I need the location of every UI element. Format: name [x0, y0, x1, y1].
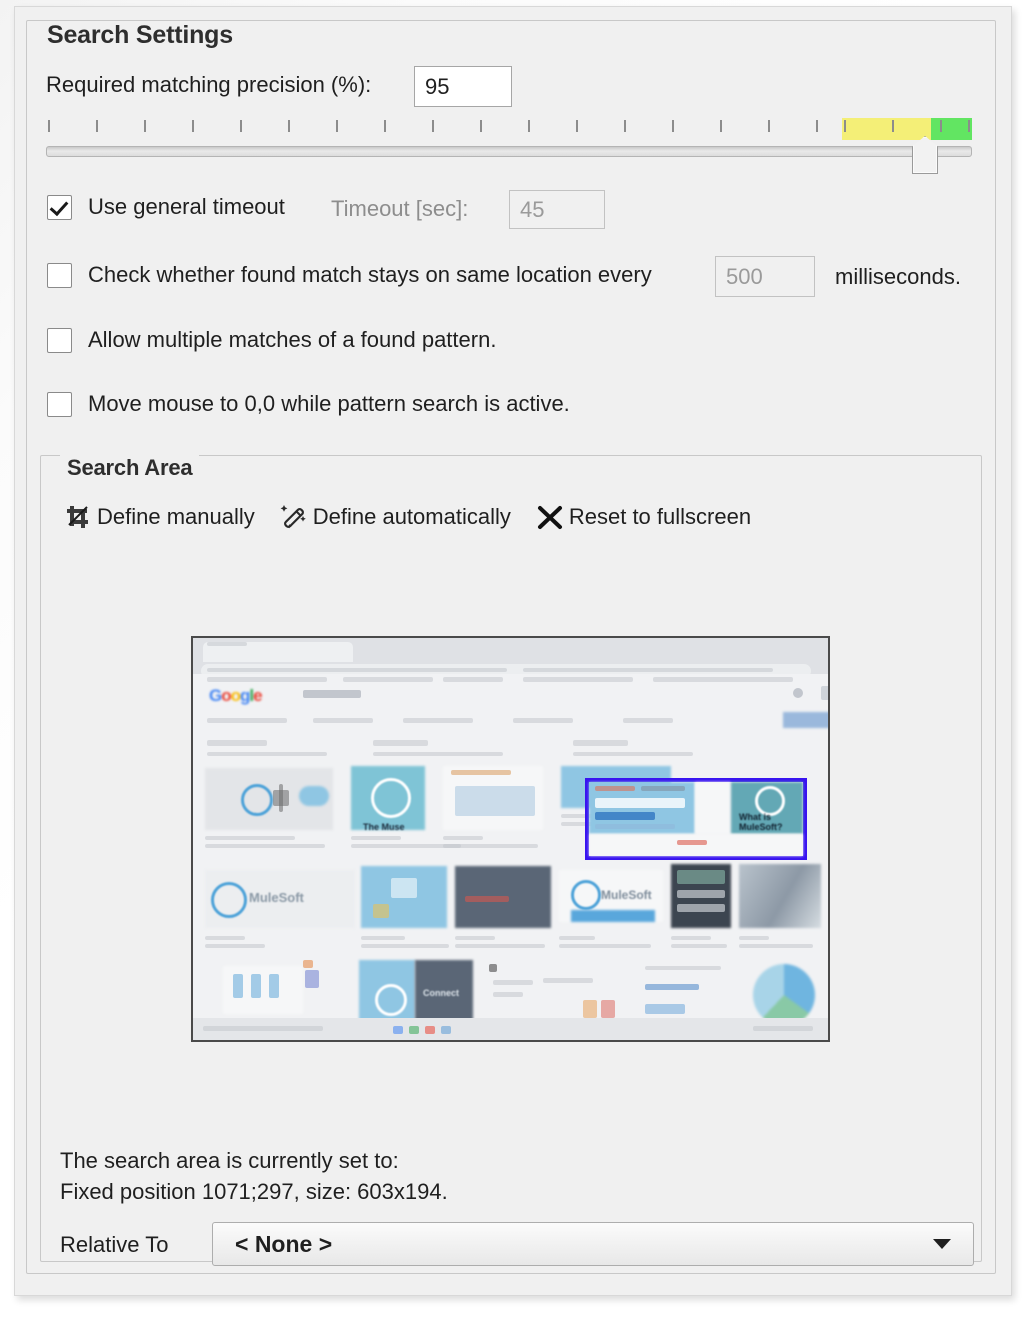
move-mouse-origin-row[interactable]: Move mouse to 0,0 while pattern search i… [47, 391, 570, 417]
move-mouse-origin-label: Move mouse to 0,0 while pattern search i… [88, 391, 570, 416]
app-window: Search Settings Required matching precis… [0, 0, 1024, 1326]
slider-tick-marks [46, 118, 972, 136]
define-automatically-button[interactable]: Define automatically [273, 498, 529, 536]
interval-input[interactable]: 500 [715, 256, 815, 297]
selection-caption-1: What is [739, 812, 772, 822]
preview-google-logo: Google [209, 686, 263, 705]
define-manually-label: Define manually [97, 504, 255, 529]
close-x-icon [533, 500, 567, 534]
slider-track[interactable] [46, 146, 972, 157]
magic-wand-icon [277, 500, 311, 534]
use-general-timeout-row[interactable]: Use general timeout [47, 194, 285, 220]
use-general-timeout-checkbox[interactable] [47, 194, 72, 220]
precision-input[interactable]: 95 [414, 66, 512, 107]
search-area-toolbar: Define manually Define automatically Res… [57, 498, 769, 536]
slider-green-band [931, 118, 972, 140]
precision-label: Required matching precision (%): [46, 72, 372, 97]
move-mouse-origin-checkbox[interactable] [47, 391, 72, 417]
allow-multiple-matches-row[interactable]: Allow multiple matches of a found patter… [47, 327, 496, 353]
slider-thumb[interactable] [912, 136, 938, 174]
timeout-label: Timeout [sec]: [331, 196, 469, 221]
reset-to-fullscreen-label: Reset to fullscreen [568, 504, 752, 529]
selection-caption-2: MuleSoft? [739, 822, 783, 832]
precision-slider[interactable] [46, 118, 972, 174]
relative-to-label: Relative To [60, 1232, 169, 1257]
check-same-location-label: Check whether found match stays on same … [88, 262, 652, 287]
selection-rectangle[interactable]: What is MuleSoft? [585, 778, 807, 860]
define-manually-button[interactable]: Define manually [57, 498, 273, 536]
preview-status-bar [193, 1018, 828, 1040]
define-automatically-label: Define automatically [312, 504, 511, 529]
relative-to-dropdown[interactable]: < None > [212, 1222, 974, 1266]
crop-tool-icon [61, 500, 95, 534]
chevron-down-icon [933, 1239, 951, 1249]
search-settings-title: Search Settings [40, 21, 240, 50]
timeout-input[interactable]: 45 [509, 190, 605, 229]
milliseconds-label: milliseconds. [835, 264, 961, 289]
check-same-location-checkbox[interactable] [47, 262, 72, 288]
preview-browser-chrome [193, 638, 828, 678]
search-area-title: Search Area [60, 455, 200, 481]
relative-to-value: < None > [235, 1230, 333, 1257]
slider-yellow-band [842, 118, 931, 140]
allow-multiple-matches-checkbox[interactable] [47, 327, 72, 353]
use-general-timeout-label: Use general timeout [88, 194, 285, 219]
search-area-status-line-1: The search area is currently set to: [60, 1148, 399, 1173]
search-area-status-line-2: Fixed position 1071;297, size: 603x194. [60, 1179, 448, 1204]
allow-multiple-matches-label: Allow multiple matches of a found patter… [88, 327, 497, 352]
check-same-location-row[interactable]: Check whether found match stays on same … [47, 262, 652, 288]
preview-brand-text: MuleSoft [249, 890, 304, 905]
preview-page-body: Google The Muse What is MuleSoft? MuleSo… [193, 674, 828, 1040]
reset-to-fullscreen-button[interactable]: Reset to fullscreen [529, 498, 769, 536]
search-area-preview[interactable]: Google The Muse What is MuleSoft? MuleSo… [191, 636, 830, 1042]
